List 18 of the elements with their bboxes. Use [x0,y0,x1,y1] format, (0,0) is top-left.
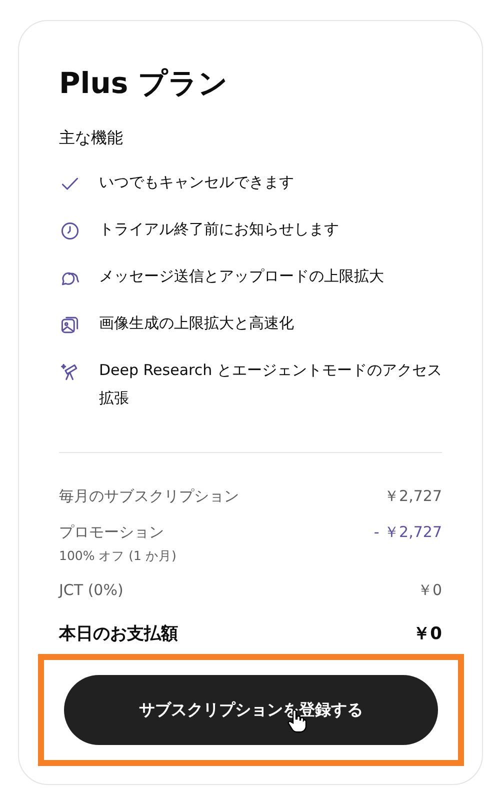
charge-note: 100% オフ (1 か月) [59,547,176,565]
charge-label: JCT (0%) [59,580,124,601]
charge-amount: ￥2,727 [384,486,442,507]
plan-title: Plus プラン [59,65,230,102]
image-icon [59,314,81,336]
charge-amount: ￥0 [417,580,442,601]
charge-label: 毎月のサブスクリプション [59,486,239,507]
total-amount: ￥0 [413,623,442,646]
feature-text: メッセージ送信とアップロードの上限拡大 [99,266,384,287]
total-label: 本日のお支払額 [59,623,178,646]
feature-text: トライアル終了前にお知らせします [99,219,339,240]
feature-text: Deep Research とエージェントモードのアクセス拡張 [99,360,443,409]
clock-icon [59,220,81,242]
feature-text: 画像生成の上限拡大と高速化 [99,313,294,334]
feature-text: いつでもキャンセルできます [99,172,294,193]
charge-label: プロモーション [59,522,165,543]
charge-amount: - ￥2,727 [374,522,442,543]
features-heading: 主な機能 [59,127,124,149]
